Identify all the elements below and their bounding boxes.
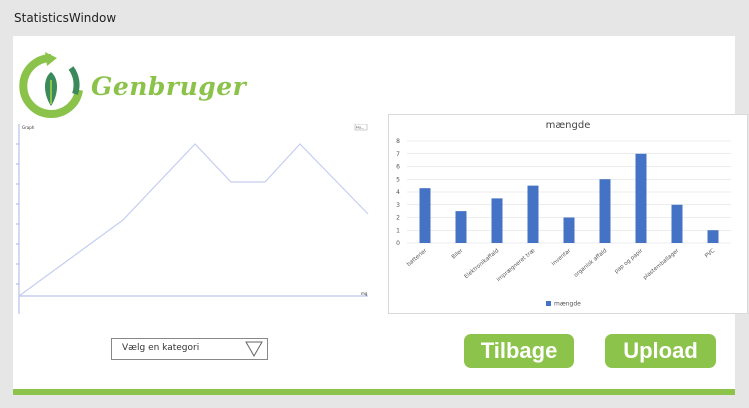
bar (599, 179, 611, 243)
x-tick-label: PVC (704, 248, 716, 260)
y-tick-label: 4 (396, 189, 400, 196)
bar (563, 217, 575, 243)
bar (527, 185, 539, 243)
bar (419, 188, 431, 243)
upload-button[interactable]: Upload (605, 334, 716, 368)
bar (455, 211, 467, 243)
chevron-down-icon (245, 341, 263, 357)
x-tick-label: plastemballager (642, 247, 681, 281)
line-chart-legend-label: Hu... (356, 126, 364, 130)
title-bar: StatisticsWindow (0, 0, 749, 36)
bar (707, 230, 719, 243)
content-panel: Genbruger Graph Hu... mg mængde 0 1 2 3 4 5 6 7 8 (13, 36, 748, 389)
line-series (18, 143, 369, 297)
bar-chart: mængde 0 1 2 3 4 5 6 7 8 batterier Biler Elektronika… (388, 114, 748, 314)
x-tick-label: inventar (551, 247, 573, 267)
x-tick-label: organisk affald (573, 248, 608, 279)
x-tick-label: imprægneret træ (496, 248, 537, 284)
x-tick-label: batterier (406, 247, 429, 267)
back-button[interactable]: Tilbage (464, 334, 574, 368)
line-chart: Graph Hu... mg (13, 123, 373, 314)
bar (671, 204, 683, 243)
x-tick-label: Biler (451, 247, 465, 260)
y-tick-label: 8 (396, 138, 400, 145)
y-tick-label: 1 (396, 227, 400, 234)
y-tick-label: 6 (396, 164, 400, 171)
bar-chart-title: mængde (546, 120, 591, 131)
y-tick-label: 3 (396, 202, 400, 209)
legend-label: mængde (554, 301, 581, 308)
recycle-icon (19, 52, 83, 118)
x-tick-label: pap og papir (614, 247, 645, 274)
y-tick-label: 5 (396, 176, 400, 183)
bottom-accent-bar (13, 389, 735, 395)
y-tick-label: 7 (396, 151, 400, 158)
window-title: StatisticsWindow (14, 11, 117, 25)
logo: Genbruger (13, 50, 247, 120)
x-tick-label: Elektronikaffald (464, 248, 501, 280)
category-dropdown[interactable]: Vælg en kategori (111, 338, 268, 360)
bar (491, 198, 503, 243)
line-chart-title: Graph (22, 125, 35, 130)
logo-text: Genbruger (91, 72, 247, 101)
category-dropdown-label: Vælg en kategori (122, 343, 200, 353)
bar (635, 153, 647, 243)
legend-swatch (546, 301, 551, 306)
line-chart-x-label: mg (361, 291, 368, 296)
y-tick-label: 0 (396, 240, 400, 247)
y-tick-label: 2 (396, 215, 400, 222)
